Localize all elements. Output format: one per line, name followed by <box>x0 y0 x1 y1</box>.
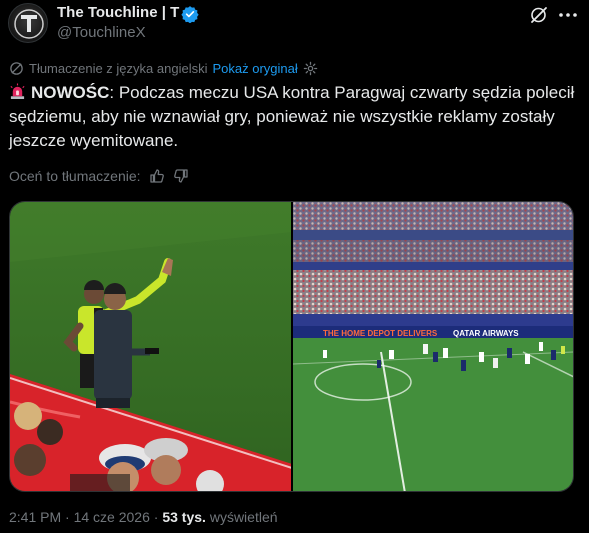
rate-translation: Oceń to tłumaczenie: <box>9 168 189 184</box>
views-count: 53 tys. <box>162 509 206 525</box>
media-image-right[interactable]: THE HOME DEPOT DELIVERS QATAR AIRWAYS <box>293 202 573 491</box>
stadium-match-photo-icon: THE HOME DEPOT DELIVERS QATAR AIRWAYS <box>293 202 573 491</box>
settings-gear-icon[interactable] <box>303 61 318 76</box>
meta-separator: · <box>65 509 70 525</box>
tweet-time[interactable]: 2:41 PM <box>9 509 61 525</box>
translate-icon <box>10 62 23 75</box>
avatar[interactable] <box>8 3 48 43</box>
media-image-left[interactable] <box>10 202 291 491</box>
translation-notice: Tłumaczenie z języka angielski Pokaż ory… <box>9 61 318 76</box>
views-label: wyświetleń <box>209 509 278 525</box>
touchline-logo-icon <box>14 9 44 39</box>
grok-icon[interactable] <box>529 5 549 25</box>
show-original-link[interactable]: Pokaż oryginał <box>212 61 297 76</box>
sponsor-ad-text: QATAR AIRWAYS <box>453 329 519 338</box>
author-handle[interactable]: @TouchlineX <box>57 24 146 41</box>
more-options-icon[interactable] <box>556 6 580 24</box>
rate-translation-label: Oceń to tłumaczenie: <box>9 168 141 184</box>
meta-separator: · <box>153 509 159 525</box>
verified-badge-icon <box>181 6 199 23</box>
author-name[interactable]: The Touchline | T <box>57 4 179 21</box>
siren-emoji-icon <box>10 83 25 100</box>
tweet-date[interactable]: 14 cze 2026 <box>74 509 150 525</box>
tweet-text: NOWOŚC: Podczas meczu USA kontra Paragwa… <box>9 81 579 153</box>
fourth-official-photo-icon <box>10 202 291 491</box>
thumbs-down-icon[interactable] <box>173 168 189 184</box>
tweet-headline: NOWOŚC <box>31 83 110 102</box>
tweet-meta: 2:41 PM · 14 cze 2026 · 53 tys. wyświetl… <box>9 509 278 525</box>
translation-label: Tłumaczenie z języka angielski <box>29 61 208 76</box>
tweet-media[interactable]: THE HOME DEPOT DELIVERS QATAR AIRWAYS <box>9 201 574 492</box>
thumbs-up-icon[interactable] <box>149 168 165 184</box>
board-ad-text: THE HOME DEPOT DELIVERS <box>323 329 438 338</box>
